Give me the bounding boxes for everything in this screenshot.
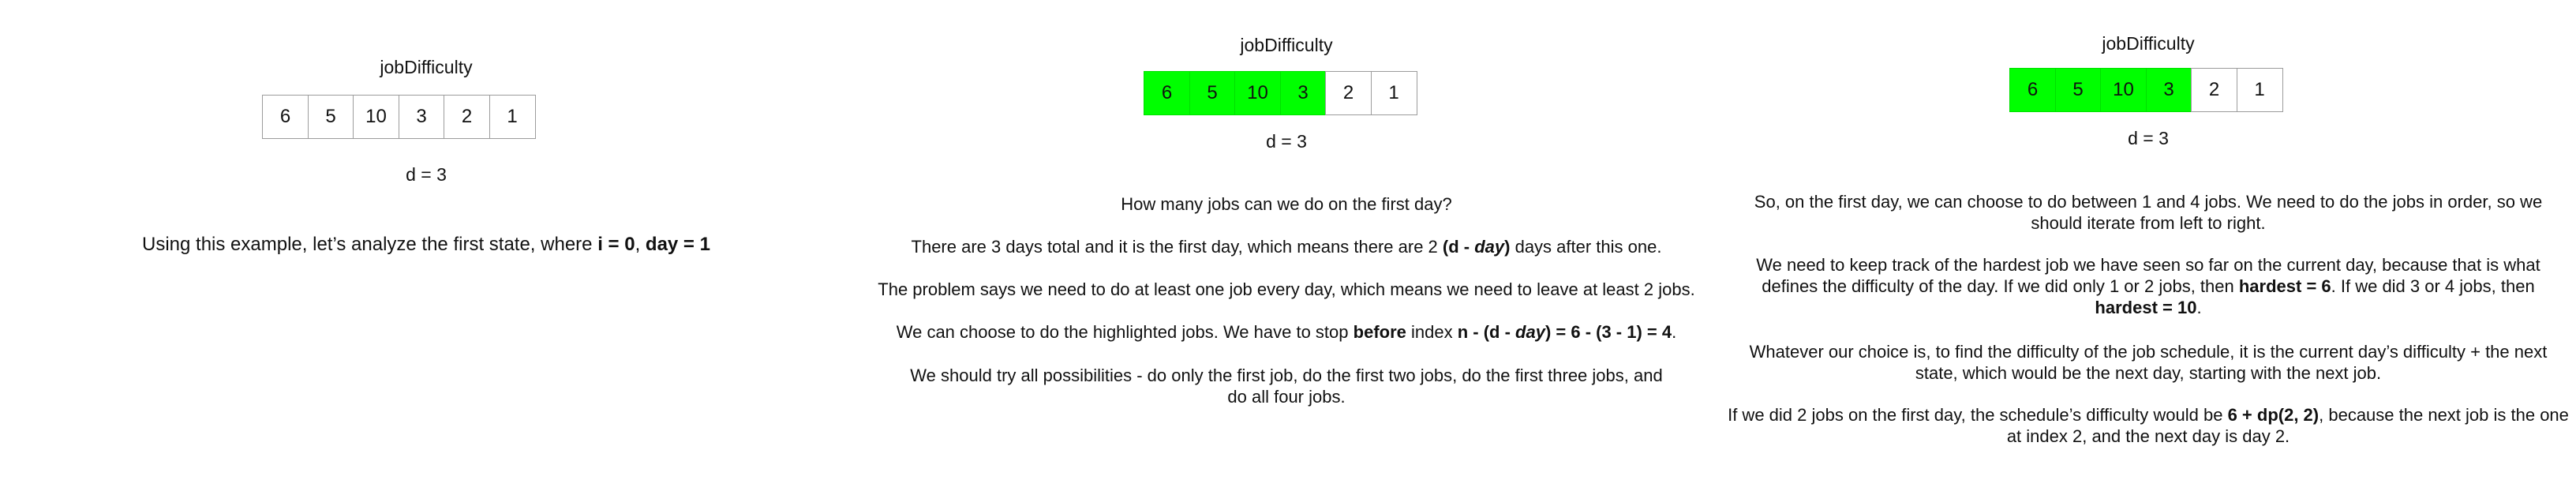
panel-iteration-explanation: jobDifficulty 6 5 10 3 2 1 d = 3 So, on … [1720, 0, 2576, 480]
array-title: jobDifficulty [380, 57, 473, 77]
array-cell: 5 [307, 95, 354, 139]
paragraph-choose-jobs: So, on the first day, we can choose to d… [1754, 192, 2543, 233]
job-difficulty-array: 6 5 10 3 2 1 [2009, 68, 2283, 112]
array-cell-highlighted: 10 [2100, 68, 2147, 112]
array-cell-highlighted: 5 [1189, 71, 1236, 115]
array-cell-highlighted: 6 [1144, 71, 1190, 115]
question-text: How many jobs can we do on the first day… [1121, 194, 1452, 214]
job-difficulty-array: 6 5 10 3 2 1 [262, 95, 536, 139]
paragraph-stop-index: We can choose to do the highlighted jobs… [896, 322, 1677, 342]
paragraph-example-dp: If we did 2 jobs on the first day, the s… [1728, 405, 2569, 446]
array-cell-highlighted: 10 [1234, 71, 1281, 115]
array-cell: 1 [489, 95, 536, 139]
caption-text: Using this example, let’s analyze the fi… [142, 234, 710, 255]
job-difficulty-array: 6 5 10 3 2 1 [1144, 71, 1417, 115]
array-cell: 3 [398, 95, 445, 139]
array-cell-highlighted: 3 [1279, 71, 1327, 115]
array-cell: 2 [1325, 71, 1372, 115]
array-cell-highlighted: 5 [2054, 68, 2102, 112]
array-cell: 2 [2191, 68, 2237, 112]
array-cell: 10 [353, 95, 399, 139]
array-cell: 1 [1370, 71, 1417, 115]
panel-initial-state: jobDifficulty 6 5 10 3 2 1 d = 3 Using t… [0, 0, 852, 480]
paragraph-schedule-difficulty: Whatever our choice is, to find the diff… [1749, 342, 2548, 383]
d-label: d = 3 [1266, 131, 1307, 152]
d-label: d = 3 [406, 164, 447, 185]
d-label: d = 3 [2128, 128, 2169, 148]
array-cell: 6 [262, 95, 309, 139]
array-cell-highlighted: 6 [2009, 68, 2056, 112]
panel-first-day-choices: jobDifficulty 6 5 10 3 2 1 d = 3 How man… [852, 0, 1720, 480]
array-cell: 1 [2236, 68, 2283, 112]
paragraph-leave-jobs: The problem says we need to do at least … [878, 279, 1695, 299]
paragraph-possibilities: We should try all possibilities - do onl… [910, 366, 1663, 407]
paragraph-hardest-job: We need to keep track of the hardest job… [1756, 255, 2540, 317]
array-title: jobDifficulty [2102, 33, 2195, 54]
paragraph-days-after: There are 3 days total and it is the fir… [911, 237, 1662, 257]
array-cell: 2 [444, 95, 490, 139]
array-cell-highlighted: 3 [2145, 68, 2192, 112]
array-title: jobDifficulty [1240, 35, 1333, 55]
